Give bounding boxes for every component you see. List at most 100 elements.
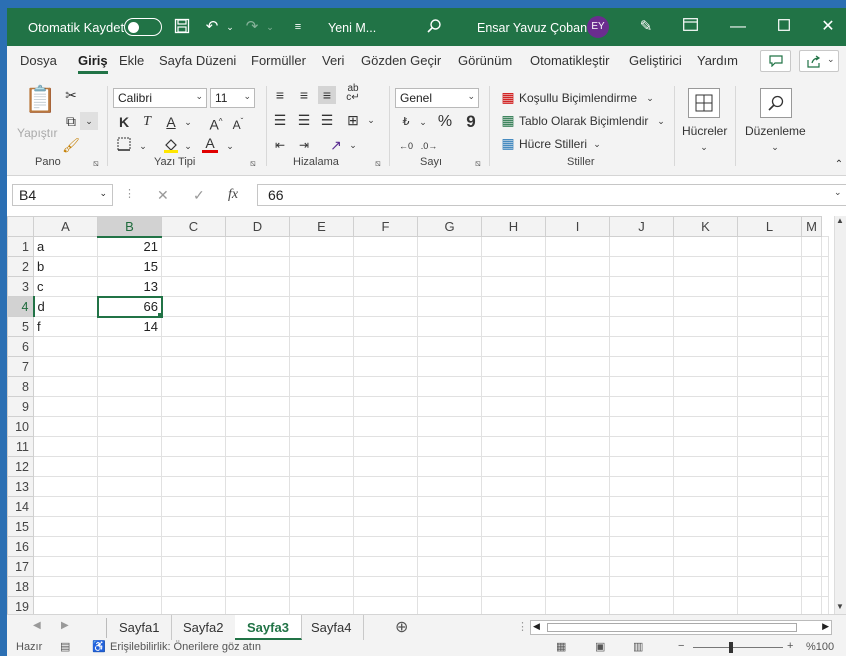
cell-k12[interactable] xyxy=(673,456,738,477)
cell-e15[interactable] xyxy=(289,516,354,537)
cell-overflow[interactable] xyxy=(821,316,829,337)
cell-a14[interactable] xyxy=(33,496,98,517)
borders-icon[interactable] xyxy=(115,137,133,155)
cell-l10[interactable] xyxy=(737,416,802,437)
comments-button[interactable] xyxy=(760,50,791,72)
maximize-icon[interactable] xyxy=(775,18,793,36)
cell-a7[interactable] xyxy=(33,356,98,377)
cell-k5[interactable] xyxy=(673,316,738,337)
cell-f5[interactable] xyxy=(353,316,418,337)
cell-m3[interactable] xyxy=(801,276,822,297)
accessibility-status[interactable]: Erişilebilirlik: Önerilere göz atın xyxy=(110,641,261,653)
cell-h17[interactable] xyxy=(481,556,546,577)
number-format-select[interactable]: Genel ⌄ xyxy=(395,88,479,108)
cell-b3[interactable]: 13 xyxy=(97,276,162,297)
cell-b10[interactable] xyxy=(97,416,162,437)
cell-g13[interactable] xyxy=(417,476,482,497)
cell-h7[interactable] xyxy=(481,356,546,377)
cell-m2[interactable] xyxy=(801,256,822,277)
cell-l9[interactable] xyxy=(737,396,802,417)
cell-d13[interactable] xyxy=(225,476,290,497)
cell-b14[interactable] xyxy=(97,496,162,517)
cell-k1[interactable] xyxy=(673,236,738,257)
cell-overflow[interactable] xyxy=(821,596,829,614)
cell-a3[interactable]: c xyxy=(33,276,98,297)
cell-g15[interactable] xyxy=(417,516,482,537)
tab-gozden-gecir[interactable]: Gözden Geçir xyxy=(361,53,441,68)
cell-f2[interactable] xyxy=(353,256,418,277)
cell-m6[interactable] xyxy=(801,336,822,357)
font-color-dropdown-icon[interactable]: ⌄ xyxy=(221,137,239,155)
cell-e1[interactable] xyxy=(289,236,354,257)
cell-i13[interactable] xyxy=(545,476,610,497)
row-header[interactable]: 8 xyxy=(7,376,34,397)
cell-g12[interactable] xyxy=(417,456,482,477)
percent-style-icon[interactable]: % xyxy=(436,113,454,131)
cell-h6[interactable] xyxy=(481,336,546,357)
cell-m17[interactable] xyxy=(801,556,822,577)
cell-g3[interactable] xyxy=(417,276,482,297)
sheet-tab-sayfa4[interactable]: Sayfa4 xyxy=(299,615,365,640)
redo-icon[interactable]: ↷ xyxy=(243,18,261,36)
row-header[interactable]: 12 xyxy=(7,456,34,477)
cell-d19[interactable] xyxy=(225,596,290,614)
cell-f14[interactable] xyxy=(353,496,418,517)
zoom-slider-handle[interactable] xyxy=(729,642,733,653)
cell-h2[interactable] xyxy=(481,256,546,277)
row-header[interactable]: 2 xyxy=(7,256,34,277)
scroll-right-icon[interactable]: ▶ xyxy=(822,621,829,632)
align-middle-icon[interactable]: ≡ xyxy=(295,86,313,104)
increase-font-icon[interactable]: A^ xyxy=(207,113,225,133)
cell-i1[interactable] xyxy=(545,236,610,257)
cell-h12[interactable] xyxy=(481,456,546,477)
cell-e4[interactable] xyxy=(289,296,354,317)
cell-m16[interactable] xyxy=(801,536,822,557)
conditional-formatting-button[interactable]: Koşullu Biçimlendirme xyxy=(519,91,637,105)
cell-i11[interactable] xyxy=(545,436,610,457)
cell-c7[interactable] xyxy=(161,356,226,377)
cell-e10[interactable] xyxy=(289,416,354,437)
row-header[interactable]: 7 xyxy=(7,356,34,377)
cell-d8[interactable] xyxy=(225,376,290,397)
cell-k15[interactable] xyxy=(673,516,738,537)
cell-overflow[interactable] xyxy=(821,336,829,357)
cell-i15[interactable] xyxy=(545,516,610,537)
tab-yardim[interactable]: Yardım xyxy=(697,53,738,68)
cell-l3[interactable] xyxy=(737,276,802,297)
user-name[interactable]: Ensar Yavuz Çoban xyxy=(477,21,587,35)
row-header[interactable]: 16 xyxy=(7,536,34,557)
scroll-thumb[interactable] xyxy=(547,623,797,632)
cell-a11[interactable] xyxy=(33,436,98,457)
decrease-font-icon[interactable]: Aˇ xyxy=(229,113,247,132)
cell-d16[interactable] xyxy=(225,536,290,557)
cell-f1[interactable] xyxy=(353,236,418,257)
row-header[interactable]: 19 xyxy=(7,596,34,614)
cell-overflow[interactable] xyxy=(821,556,829,577)
tab-ekle[interactable]: Ekle xyxy=(119,53,144,68)
cell-e13[interactable] xyxy=(289,476,354,497)
cell-i2[interactable] xyxy=(545,256,610,277)
tab-otomatiklestir[interactable]: Otomatikleştir xyxy=(530,53,609,68)
cell-g4[interactable] xyxy=(417,296,482,317)
wrap-text-icon[interactable]: ab c↵ xyxy=(344,84,362,103)
cell-overflow[interactable] xyxy=(821,496,829,517)
cell-g18[interactable] xyxy=(417,576,482,597)
borders-dropdown-icon[interactable]: ⌄ xyxy=(134,137,152,155)
cell-d1[interactable] xyxy=(225,236,290,257)
cell-j13[interactable] xyxy=(609,476,674,497)
cell-overflow[interactable] xyxy=(821,276,829,297)
cell-d4[interactable] xyxy=(225,296,290,317)
chevron-down-icon[interactable]: ⌄ xyxy=(641,89,659,107)
cell-j5[interactable] xyxy=(609,316,674,337)
cell-h11[interactable] xyxy=(481,436,546,457)
paste-icon[interactable]: 📋 xyxy=(24,86,56,122)
cell-b4[interactable]: 66 xyxy=(96,295,163,318)
cell-h1[interactable] xyxy=(481,236,546,257)
cell-k11[interactable] xyxy=(673,436,738,457)
row-header[interactable]: 9 xyxy=(7,396,34,417)
prev-sheet-icon[interactable]: ◀ xyxy=(33,620,41,631)
vertical-scrollbar[interactable]: ▲ ▼ xyxy=(834,216,846,614)
cell-g17[interactable] xyxy=(417,556,482,577)
more-options-icon[interactable]: ⋮ xyxy=(124,187,135,200)
font-color-icon[interactable]: A xyxy=(201,134,219,153)
